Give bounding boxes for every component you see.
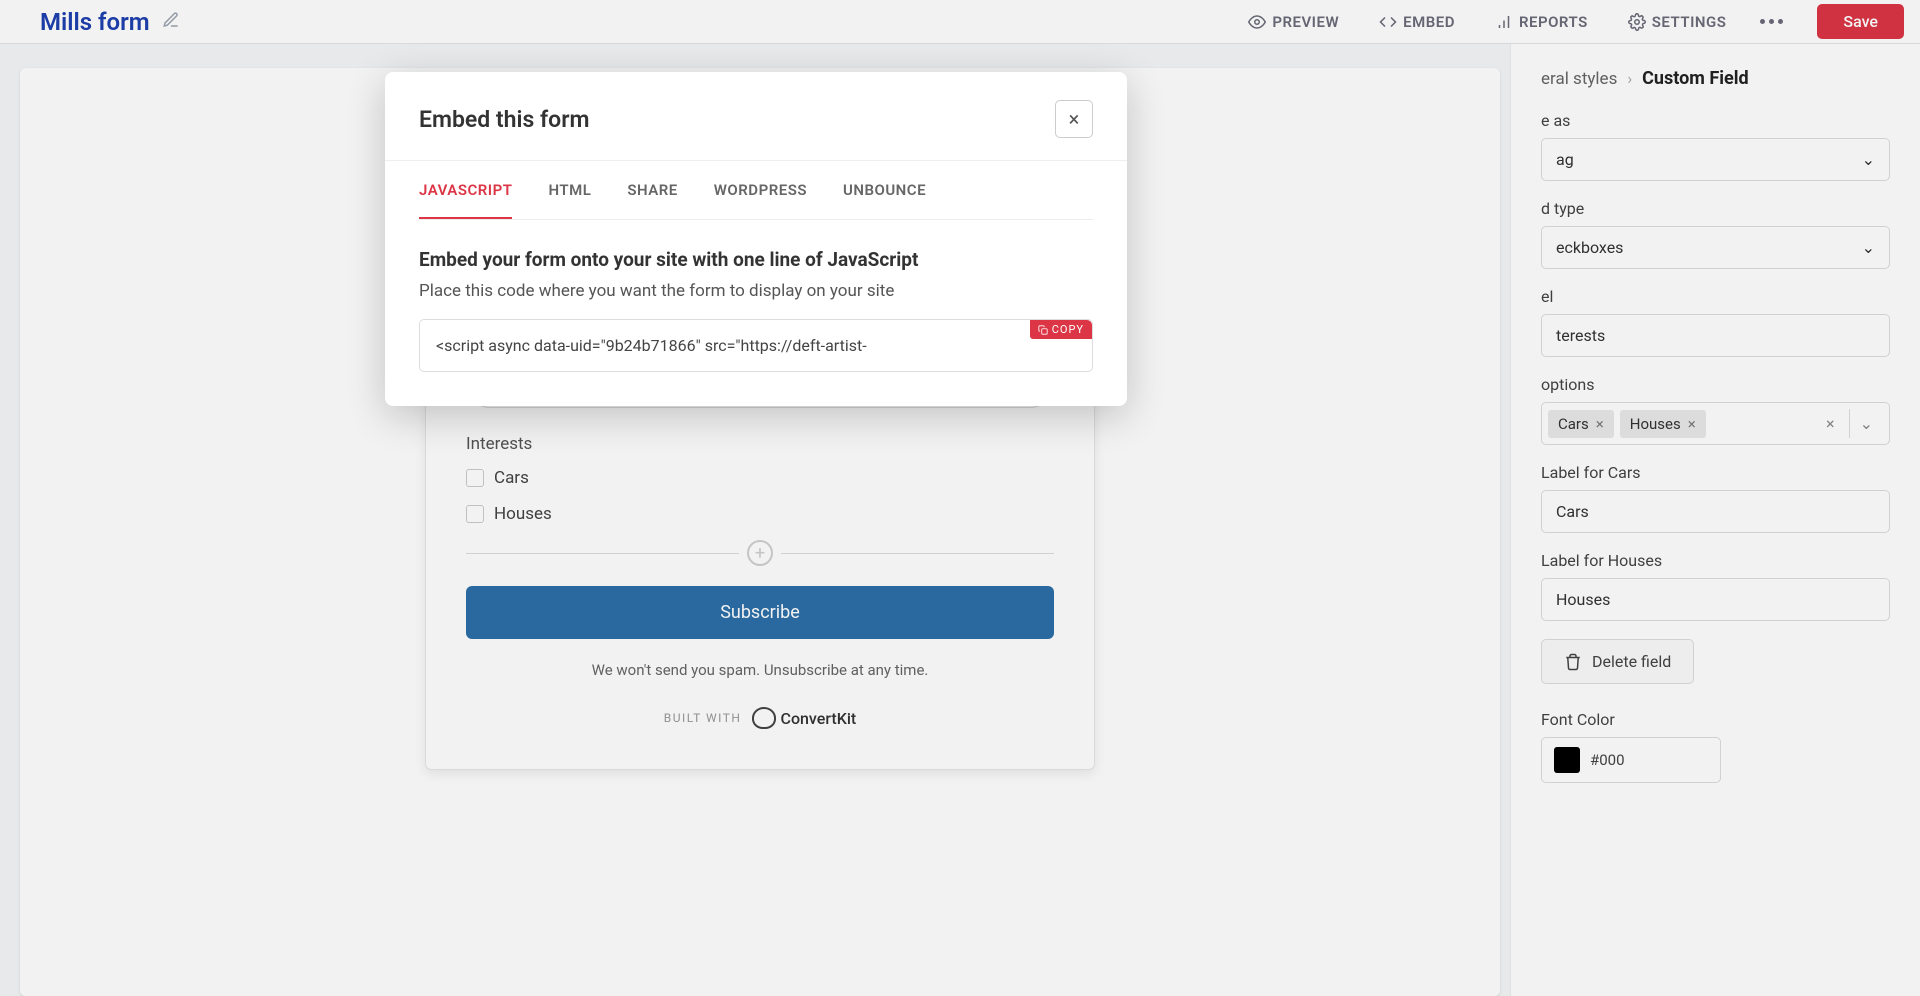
embed-modal: Embed this form × JAVASCRIPT HTML SHARE … bbox=[385, 72, 1127, 406]
checkbox-row[interactable]: Cars bbox=[466, 468, 1054, 488]
breadcrumb: eral styles › Custom Field bbox=[1541, 68, 1890, 89]
field-type-select[interactable]: eckboxes⌄ bbox=[1541, 226, 1890, 269]
preview-nav[interactable]: PREVIEW bbox=[1248, 13, 1339, 31]
reports-nav[interactable]: REPORTS bbox=[1495, 13, 1588, 31]
settings-sidebar: eral styles › Custom Field e as ag⌄ d ty… bbox=[1510, 44, 1920, 996]
tab-wordpress[interactable]: WORDPRESS bbox=[714, 161, 807, 219]
modal-title: Embed this form bbox=[419, 106, 589, 133]
more-icon[interactable] bbox=[1760, 19, 1783, 24]
save-button[interactable]: Save bbox=[1817, 4, 1904, 39]
add-field-icon[interactable]: + bbox=[747, 540, 773, 566]
font-color-picker[interactable]: #000 bbox=[1541, 737, 1721, 783]
checkbox-row[interactable]: Houses bbox=[466, 504, 1054, 524]
chevron-down-icon: ⌄ bbox=[1862, 150, 1875, 169]
label-cars-input[interactable] bbox=[1541, 490, 1890, 533]
embed-nav[interactable]: EMBED bbox=[1379, 13, 1455, 31]
spam-note: We won't send you spam. Unsubscribe at a… bbox=[466, 661, 1054, 679]
form-title: Mills form bbox=[40, 8, 150, 36]
trash-icon bbox=[1564, 653, 1582, 671]
tag-options-input[interactable]: Cars× Houses× × ⌄ bbox=[1541, 402, 1890, 445]
tag-chip: Cars× bbox=[1548, 410, 1614, 438]
settings-nav[interactable]: SETTINGS bbox=[1628, 13, 1727, 31]
copy-icon bbox=[1038, 325, 1048, 335]
label-houses-input[interactable] bbox=[1541, 578, 1890, 621]
tab-share[interactable]: SHARE bbox=[627, 161, 677, 219]
delete-field-button[interactable]: Delete field bbox=[1541, 639, 1694, 684]
chevron-down-icon[interactable]: ⌄ bbox=[1849, 409, 1883, 438]
checkbox-icon[interactable] bbox=[466, 505, 484, 523]
checkbox-icon[interactable] bbox=[466, 469, 484, 487]
remove-tag-icon[interactable]: × bbox=[1596, 415, 1604, 433]
close-icon[interactable]: × bbox=[1055, 100, 1093, 138]
built-with-row[interactable]: BUILT WITH ConvertKit bbox=[466, 707, 1054, 729]
bar-chart-icon bbox=[1495, 13, 1513, 31]
topbar: Mills form PREVIEW EMBED REPORTS SETTING… bbox=[0, 0, 1920, 44]
clear-all-icon[interactable]: × bbox=[1818, 414, 1843, 433]
tab-javascript[interactable]: JAVASCRIPT bbox=[419, 161, 512, 219]
code-box[interactable]: COPY <script async data-uid="9b24b71866"… bbox=[419, 319, 1093, 372]
code-icon bbox=[1379, 13, 1397, 31]
convertkit-icon bbox=[752, 707, 776, 729]
eye-icon bbox=[1248, 13, 1266, 31]
copy-button[interactable]: COPY bbox=[1030, 320, 1092, 339]
label-input[interactable] bbox=[1541, 314, 1890, 357]
color-swatch bbox=[1554, 747, 1580, 773]
tab-html[interactable]: HTML bbox=[548, 161, 591, 219]
embed-paragraph: Place this code where you want the form … bbox=[419, 281, 1093, 301]
embed-heading: Embed your form onto your site with one … bbox=[419, 248, 1093, 271]
chevron-down-icon: ⌄ bbox=[1862, 238, 1875, 257]
tag-chip: Houses× bbox=[1620, 410, 1706, 438]
chevron-right-icon: › bbox=[1627, 69, 1632, 88]
remove-tag-icon[interactable]: × bbox=[1688, 415, 1696, 433]
interests-label: Interests bbox=[466, 434, 1054, 454]
save-as-select[interactable]: ag⌄ bbox=[1541, 138, 1890, 181]
tab-unbounce[interactable]: UNBOUNCE bbox=[843, 161, 926, 219]
gear-icon bbox=[1628, 13, 1646, 31]
subscribe-button[interactable]: Subscribe bbox=[466, 586, 1054, 639]
edit-icon[interactable] bbox=[162, 11, 180, 33]
